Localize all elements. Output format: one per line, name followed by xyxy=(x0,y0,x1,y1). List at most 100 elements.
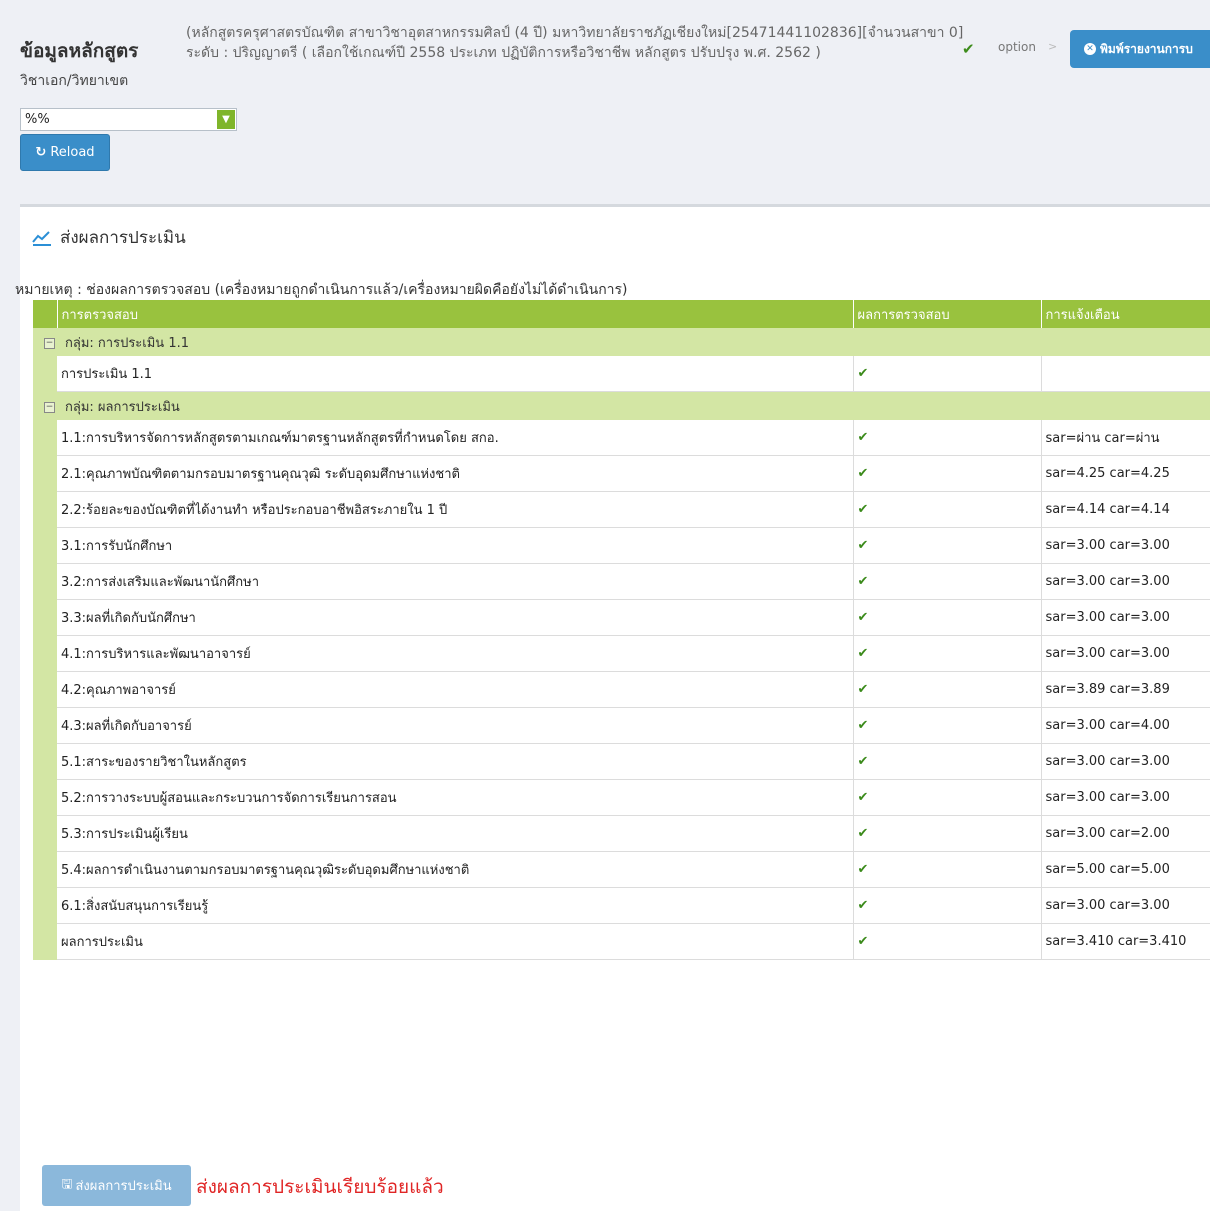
table-row[interactable]: ผลการประเมิน ✔ sar=3.410 car=3.410 xyxy=(33,923,1210,960)
table-row[interactable]: การประเมิน 1.1 ✔ xyxy=(33,356,1210,392)
checkmark-icon: ✔ xyxy=(853,815,1042,852)
table-row[interactable]: 4.3:ผลที่เกิดกับอาจารย์ ✔ sar=3.00 car=4.0… xyxy=(33,707,1210,744)
table-row[interactable]: 1.1:การบริหารจัดการหลักสูตรตามเกณฑ์มาตรฐ… xyxy=(33,420,1210,456)
page-title: ข้อมูลหลักสูตร xyxy=(20,40,139,62)
row-gutter xyxy=(33,887,57,924)
row-gutter xyxy=(33,743,57,780)
reload-button[interactable]: ↻ Reload xyxy=(20,134,110,171)
table-row[interactable]: 5.4:ผลการดำเนินงานตามกรอบมาตรฐานคุณวุฒิร… xyxy=(33,851,1210,888)
row-gutter xyxy=(33,420,57,456)
major-select[interactable]: %% ▼ xyxy=(20,108,237,131)
checkmark-icon: ✔ xyxy=(853,356,1042,392)
check-item-cell: 3.2:การส่งเสริมและพัฒนานักศึกษา xyxy=(57,563,854,600)
note-text: หมายเหตุ : ช่องผลการตรวจสอบ (เครื่องหมาย… xyxy=(15,282,628,298)
check-item-cell: 4.1:การบริหารและพัฒนาอาจารย์ xyxy=(57,635,854,672)
line-chart-icon xyxy=(32,230,51,246)
check-item-cell: 4.2:คุณภาพอาจารย์ xyxy=(57,671,854,708)
collapse-toggle-icon[interactable]: − xyxy=(44,401,55,413)
table-row[interactable]: 5.3:การประเมินผู้เรียน ✔ sar=3.00 car=2.00 xyxy=(33,815,1210,852)
submit-evaluation-button[interactable]: 🖫 ส่งผลการประเมิน xyxy=(42,1165,191,1206)
option-link[interactable]: option xyxy=(998,40,1036,54)
check-item-cell: 5.4:ผลการดำเนินงานตามกรอบมาตรฐานคุณวุฒิร… xyxy=(57,851,854,888)
alert-cell: sar=4.25 car=4.25 xyxy=(1041,455,1210,492)
table-row[interactable]: 5.2:การวางระบบผู้สอนและกระบวนการจัดการเร… xyxy=(33,779,1210,816)
table-row[interactable]: 3.3:ผลที่เกิดกับนักศึกษา ✔ sar=3.00 car=3.… xyxy=(33,599,1210,636)
check-item-cell: 4.3:ผลที่เกิดกับอาจารย์ xyxy=(57,707,854,744)
alert-cell: sar=3.00 car=3.00 xyxy=(1041,599,1210,636)
row-gutter xyxy=(33,563,57,600)
alert-cell: sar=3.00 car=3.00 xyxy=(1041,527,1210,564)
alert-cell: sar=5.00 car=5.00 xyxy=(1041,851,1210,888)
table-row[interactable]: 2.1:คุณภาพบัณฑิตตามกรอบมาตรฐานคุณวุฒิ ระ… xyxy=(33,455,1210,492)
alert-cell: sar=3.00 car=3.00 xyxy=(1041,779,1210,816)
alert-cell: sar=3.00 car=2.00 xyxy=(1041,815,1210,852)
checkmark-icon: ✔ xyxy=(853,599,1042,636)
verified-check-icon: ✔ xyxy=(962,40,975,58)
alert-cell: sar=3.89 car=3.89 xyxy=(1041,671,1210,708)
check-item-cell: 2.1:คุณภาพบัณฑิตตามกรอบมาตรฐานคุณวุฒิ ระ… xyxy=(57,455,854,492)
row-gutter xyxy=(33,455,57,492)
alert-cell: sar=3.00 car=3.00 xyxy=(1041,635,1210,672)
row-gutter xyxy=(33,527,57,564)
table-header-row: การตรวจสอบ ผลการตรวจสอบ การแจ้งเตือน xyxy=(33,300,1210,328)
alert-cell: sar=4.14 car=4.14 xyxy=(1041,491,1210,528)
check-item-cell: 3.3:ผลที่เกิดกับนักศึกษา xyxy=(57,599,854,636)
row-gutter xyxy=(33,815,57,852)
alert-cell: sar=ผ่าน car=ผ่าน xyxy=(1041,420,1210,456)
panel-title: ส่งผลการประเมิน xyxy=(32,224,186,251)
collapse-toggle-icon[interactable]: − xyxy=(44,337,55,349)
group-label: กลุ่ม: ผลการประเมิน xyxy=(65,399,180,415)
print-report-button[interactable]: ✕ พิมพ์รายงานการบ xyxy=(1070,30,1210,68)
row-gutter xyxy=(33,707,57,744)
table-row[interactable]: 6.1:สิ่งสนับสนุนการเรียนรู้ ✔ sar=3.00 car… xyxy=(33,887,1210,924)
checkmark-icon: ✔ xyxy=(853,563,1042,600)
panel-title-text: ส่งผลการประเมิน xyxy=(60,228,186,248)
alert-cell: sar=3.00 car=3.00 xyxy=(1041,887,1210,924)
alert-cell xyxy=(1041,356,1210,392)
submit-success-message: ส่งผลการประเมินเรียบร้อยแล้ว xyxy=(196,1176,444,1198)
column-header-alert[interactable]: การแจ้งเตือน xyxy=(1041,300,1210,328)
table-row[interactable]: 2.2:ร้อยละของบัณฑิตที่ได้งานทำ หรือประกอ… xyxy=(33,491,1210,528)
group-cell: − กลุ่ม: การประเมิน 1.1 xyxy=(33,328,1210,356)
row-gutter xyxy=(33,491,57,528)
group-label: กลุ่ม: การประเมิน 1.1 xyxy=(65,335,189,351)
group-row[interactable]: − กลุ่ม: การประเมิน 1.1 xyxy=(33,328,1210,356)
table-row[interactable]: 3.1:การรับนักศึกษา ✔ sar=3.00 car=3.00 xyxy=(33,527,1210,564)
row-gutter xyxy=(33,635,57,672)
check-item-cell: การประเมิน 1.1 xyxy=(57,356,854,392)
checkmark-icon: ✔ xyxy=(853,491,1042,528)
submit-evaluation-label: ส่งผลการประเมิน xyxy=(75,1179,172,1194)
check-item-cell: ผลการประเมิน xyxy=(57,923,854,960)
check-item-cell: 3.1:การรับนักศึกษา xyxy=(57,527,854,564)
check-item-cell: 1.1:การบริหารจัดการหลักสูตรตามเกณฑ์มาตรฐ… xyxy=(57,420,854,456)
header-gutter xyxy=(33,300,58,328)
group-row[interactable]: − กลุ่ม: ผลการประเมิน xyxy=(33,391,1210,420)
chevron-right-icon: > xyxy=(1048,40,1058,53)
column-header-check-item[interactable]: การตรวจสอบ xyxy=(57,300,854,328)
row-gutter xyxy=(33,599,57,636)
table-row[interactable]: 4.2:คุณภาพอาจารย์ ✔ sar=3.89 car=3.89 xyxy=(33,671,1210,708)
column-header-result[interactable]: ผลการตรวจสอบ xyxy=(853,300,1042,328)
alert-cell: sar=3.00 car=3.00 xyxy=(1041,743,1210,780)
row-gutter xyxy=(33,923,57,960)
checkmark-icon: ✔ xyxy=(853,779,1042,816)
check-item-cell: 5.3:การประเมินผู้เรียน xyxy=(57,815,854,852)
page-header: ข้อมูลหลักสูตร (หลักสูตรครุศาสตรบัณฑิต ส… xyxy=(0,0,1210,200)
alert-cell: sar=3.00 car=4.00 xyxy=(1041,707,1210,744)
row-gutter xyxy=(33,851,57,888)
row-gutter xyxy=(33,356,57,392)
table-row[interactable]: 5.1:สาระของรายวิชาในหลักสูตร ✔ sar=3.00 ca… xyxy=(33,743,1210,780)
checkmark-icon: ✔ xyxy=(853,671,1042,708)
checkmark-icon: ✔ xyxy=(853,887,1042,924)
refresh-icon: ↻ xyxy=(35,145,47,160)
checkmark-icon: ✔ xyxy=(853,420,1042,456)
table-row[interactable]: 4.1:การบริหารและพัฒนาอาจารย์ ✔ sar=3.00 ca… xyxy=(33,635,1210,672)
major-label: วิชาเอก/วิทยาเขต xyxy=(20,73,129,89)
curriculum-level: ระดับ : ปริญญาตรี ( เลือกใช้เกณฑ์ปี 2558… xyxy=(186,45,821,61)
check-item-cell: 2.2:ร้อยละของบัณฑิตที่ได้งานทำ หรือประกอ… xyxy=(57,491,854,528)
table-row[interactable]: 3.2:การส่งเสริมและพัฒนานักศึกษา ✔ sar=3.00… xyxy=(33,563,1210,600)
save-icon: 🖫 xyxy=(61,1176,73,1192)
check-item-cell: 6.1:สิ่งสนับสนุนการเรียนรู้ xyxy=(57,887,854,924)
table-body: − กลุ่ม: การประเมิน 1.1 การประเมิน 1.1 ✔ − กล… xyxy=(33,328,1210,960)
checkmark-icon: ✔ xyxy=(853,851,1042,888)
